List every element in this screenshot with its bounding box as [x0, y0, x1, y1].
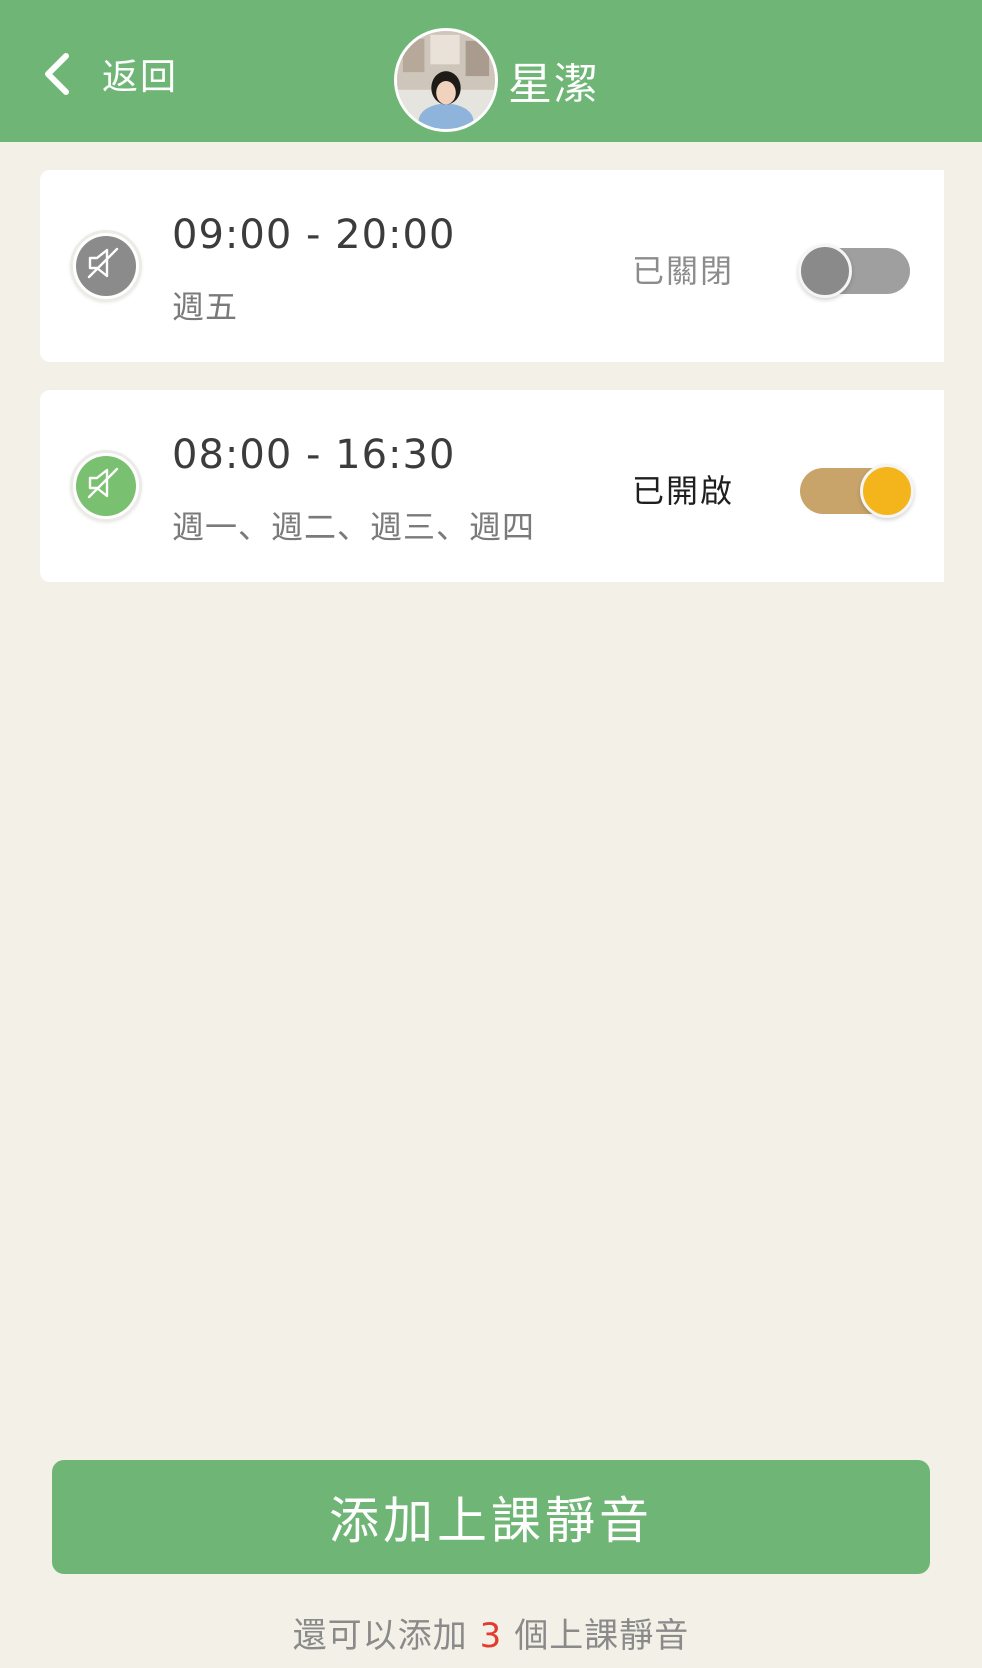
- schedule-status: 已關閉: [631, 252, 734, 290]
- schedule-status: 已開啟: [631, 472, 734, 510]
- chevron-left-icon: [45, 53, 69, 95]
- toggle-knob: [860, 464, 914, 518]
- speaker-muted-icon: [87, 247, 119, 279]
- schedule-days: 週五: [172, 288, 239, 326]
- class-mute-screen: 返回 星潔 09:00 - 20:00 週五 已關閉 08:00 - 16:30…: [0, 0, 982, 1668]
- remaining-suffix: 個上課靜音: [514, 1616, 690, 1656]
- remaining-prefix: 還可以添加: [292, 1616, 468, 1656]
- toggle-knob: [798, 244, 852, 298]
- child-name: 星潔: [508, 59, 600, 110]
- schedule-toggle[interactable]: [798, 244, 910, 298]
- child-profile: 星潔: [394, 28, 600, 132]
- back-label: 返回: [102, 57, 179, 98]
- schedule-days: 週一、週二、週三、週四: [172, 508, 536, 546]
- avatar: [394, 28, 498, 132]
- schedule-time: 09:00 - 20:00: [172, 212, 456, 258]
- schedule-toggle[interactable]: [800, 464, 914, 518]
- top-bar: 返回 星潔: [0, 0, 982, 142]
- schedule-card[interactable]: 09:00 - 20:00 週五 已關閉: [40, 170, 944, 362]
- avatar-photo: [397, 31, 495, 129]
- schedule-time: 08:00 - 16:30: [172, 432, 456, 478]
- remaining-count: 3: [479, 1616, 503, 1656]
- mute-status-badge: [70, 230, 142, 302]
- back-button[interactable]: 返回: [40, 44, 178, 104]
- mute-status-badge: [70, 450, 142, 522]
- schedule-card[interactable]: 08:00 - 16:30 週一、週二、週三、週四 已開啟: [40, 390, 944, 582]
- remaining-quota-text: 還可以添加 3 個上課靜音: [0, 1608, 982, 1657]
- add-class-mute-button[interactable]: 添加上課靜音: [52, 1460, 930, 1574]
- speaker-muted-icon: [87, 467, 119, 499]
